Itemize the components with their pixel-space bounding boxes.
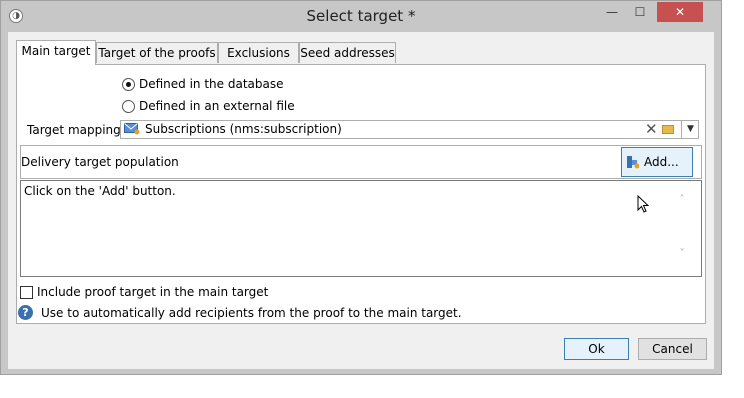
tab-main-target[interactable]: Main target	[16, 40, 96, 65]
minimize-button[interactable]: —	[599, 2, 625, 22]
folder-icon[interactable]	[662, 125, 674, 134]
radio-defined-in-database-label[interactable]: Defined in the database	[139, 77, 284, 91]
scroll-up-icon[interactable]: ˄	[676, 194, 688, 206]
add-filter-icon	[627, 156, 639, 169]
radio-defined-in-database[interactable]	[122, 78, 135, 91]
cancel-button[interactable]: Cancel	[638, 338, 707, 360]
target-mapping-value: Subscriptions (nms:subscription)	[145, 122, 342, 136]
close-button[interactable]: ✕	[657, 2, 703, 22]
scroll-down-icon[interactable]: ˅	[676, 248, 688, 260]
ok-button[interactable]: Ok	[564, 338, 629, 360]
population-placeholder-text: Click on the 'Add' button.	[24, 184, 176, 198]
help-icon: ?	[18, 305, 33, 320]
clear-icon[interactable]: ✕	[645, 121, 658, 138]
add-button[interactable]: Add...	[621, 147, 693, 177]
delivery-target-population-label: Delivery target population	[21, 155, 179, 169]
main-target-panel: Defined in the database Defined in an ex…	[16, 64, 706, 324]
population-text-area[interactable]: Click on the 'Add' button. ˄ ˅	[20, 180, 702, 277]
tab-target-of-the-proofs[interactable]: Target of the proofs	[96, 42, 218, 63]
help-text: Use to automatically add recipients from…	[41, 306, 462, 320]
radio-defined-in-external-file-label[interactable]: Defined in an external file	[139, 99, 295, 113]
title-bar[interactable]: ◑ Select target * — ☐ ✕	[1, 1, 721, 32]
mouse-cursor-icon	[637, 195, 650, 213]
add-button-label: Add...	[644, 155, 679, 169]
delivery-target-population-bar: Delivery target population Add...	[20, 145, 702, 179]
target-mapping-label: Target mapping:	[27, 123, 125, 137]
radio-defined-in-external-file[interactable]	[122, 100, 135, 113]
dropdown-arrow-icon[interactable]: ▼	[681, 121, 699, 138]
include-proof-target-checkbox[interactable]	[20, 286, 33, 299]
target-mapping-field[interactable]: Subscriptions (nms:subscription) ✕ ▼	[120, 120, 699, 139]
include-proof-target-label[interactable]: Include proof target in the main target	[37, 285, 268, 299]
select-target-dialog: ◑ Select target * — ☐ ✕ Main target Targ…	[0, 0, 722, 375]
tab-seed-addresses[interactable]: Seed addresses	[299, 42, 396, 63]
envelope-icon	[124, 123, 140, 135]
dialog-body: Main target Target of the proofs Exclusi…	[8, 32, 714, 369]
tab-exclusions[interactable]: Exclusions	[218, 42, 299, 63]
maximize-button[interactable]: ☐	[627, 2, 653, 22]
